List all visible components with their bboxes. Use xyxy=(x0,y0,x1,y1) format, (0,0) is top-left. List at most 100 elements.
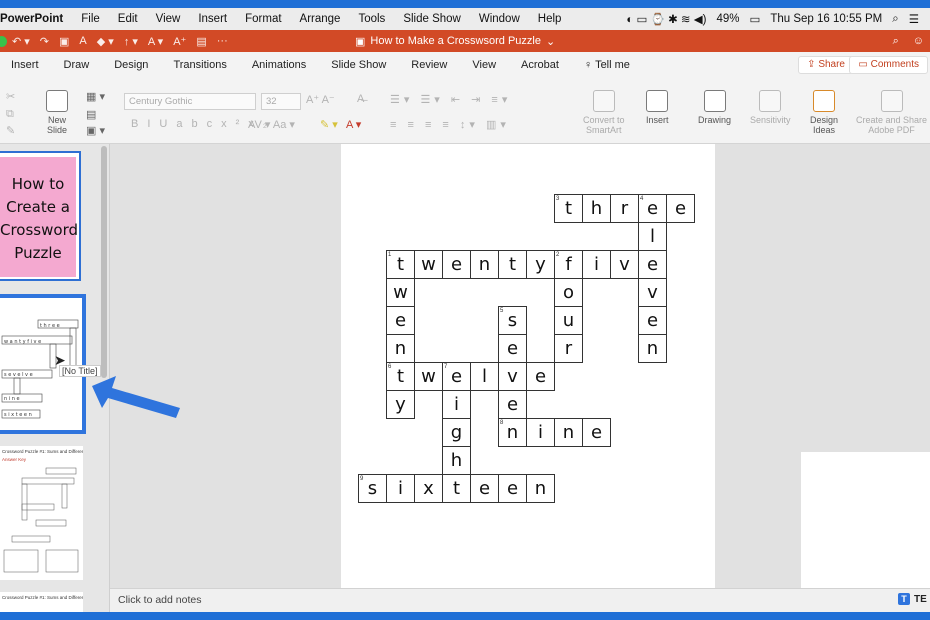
design-ideas-button[interactable]: Design Ideas xyxy=(810,90,838,135)
document-title[interactable]: How to Make a Crosswsord Puzzle xyxy=(370,35,541,47)
crossword-cell: y xyxy=(526,250,555,279)
smiley-icon[interactable]: ☺ xyxy=(913,35,924,47)
sensitivity-label: Sensitivity xyxy=(750,115,791,125)
comments-button[interactable]: ▭ Comments xyxy=(849,56,928,74)
reset-icon[interactable]: ▤ xyxy=(86,108,96,121)
tab-view[interactable]: View xyxy=(461,59,510,71)
font-color-icon[interactable]: A ▾ xyxy=(143,35,168,48)
crossword-cell: e xyxy=(442,250,471,279)
tell-me[interactable]: ♀ Tell me xyxy=(573,59,644,71)
document-icon: ▣ xyxy=(355,35,366,48)
shapes-icon[interactable]: ◆ ▾ xyxy=(92,35,119,48)
clue-number: 7 xyxy=(444,364,448,370)
tab-draw[interactable]: Draw xyxy=(53,59,104,71)
clue-number: 8 xyxy=(500,420,504,426)
app-menu[interactable]: PowerPoint xyxy=(0,13,72,25)
control-center-icon[interactable]: ☰ xyxy=(904,12,924,26)
slide-thumbnail-2[interactable]: t h r e e w a n t y f i v e s e v e l v … xyxy=(0,294,86,434)
font-name-select[interactable]: Century Gothic xyxy=(124,93,256,110)
crossword-cell: v xyxy=(610,250,639,279)
align-icons[interactable]: ≡ ≡ ≡ ≡ ↕▾ ▥▾ xyxy=(390,118,510,131)
list-icons[interactable]: ☰▾ ☰▾ ⇤ ⇥ ≡▾ xyxy=(390,93,511,106)
thumbnail-4-header: Crossword Puzzle #1: Sums and Difference… xyxy=(2,595,83,600)
crossword-cell: n xyxy=(470,250,499,279)
text-box-icon[interactable]: A xyxy=(74,35,91,47)
crossword-cell: u xyxy=(554,306,583,335)
insert-shape-icon xyxy=(646,90,669,112)
layout-icon[interactable]: ▦ ▾ xyxy=(86,90,105,103)
menu-view[interactable]: View xyxy=(147,13,190,25)
crossword-cell: e xyxy=(498,334,527,363)
tab-review[interactable]: Review xyxy=(400,59,461,71)
clock[interactable]: Thu Sep 16 10:55 PM xyxy=(765,13,887,25)
drawing-button[interactable]: Drawing xyxy=(698,90,731,125)
more-icon[interactable]: ··· xyxy=(212,35,233,47)
drawing-label: Drawing xyxy=(698,115,732,125)
create-share-pdf-button[interactable]: Create and Share Adobe PDF xyxy=(856,90,927,135)
battery-icon[interactable]: ▭ xyxy=(744,12,765,26)
menu-format[interactable]: Format xyxy=(236,13,290,25)
status-icons[interactable]: ◐ ▭ ⌚ ✱ ≋ ◀) xyxy=(621,12,711,26)
tab-animations[interactable]: Animations xyxy=(241,59,320,71)
new-slide-button[interactable]: New Slide xyxy=(46,90,68,135)
mini-crossword: t h r e e w a n t y f i v e s e v e l v … xyxy=(1,319,79,419)
menu-edit[interactable]: Edit xyxy=(109,13,147,25)
menu-file[interactable]: File xyxy=(72,13,109,25)
clear-format-icon[interactable]: A̶ xyxy=(357,93,364,105)
search-icon[interactable]: ⌕ xyxy=(887,13,903,26)
share-button[interactable]: ⇪ Share xyxy=(798,56,854,74)
crossword-cell: r xyxy=(610,194,639,223)
svg-text:w a n t y f i v e: w a n t y f i v e xyxy=(4,339,41,345)
slide-thumbnail-1[interactable]: How to Create a Crossword Puzzle xyxy=(0,151,81,281)
slide-canvas: t3hre4elt1wentyf2ivewoves5uenernt6we7lve… xyxy=(110,144,930,590)
highlight-icon[interactable]: ✎ ▾ xyxy=(320,118,338,131)
comments-label: Comments xyxy=(870,59,919,70)
menu-arrange[interactable]: Arrange xyxy=(291,13,350,25)
crossword-cell: e xyxy=(386,306,415,335)
arrow-icon[interactable]: ↑ ▾ xyxy=(119,35,143,48)
menu-slide-show[interactable]: Slide Show xyxy=(394,13,470,25)
menu-help[interactable]: Help xyxy=(529,13,571,25)
font-color-icon[interactable]: A ▾ xyxy=(346,118,361,131)
cut-icon[interactable]: ✂ xyxy=(6,90,15,103)
format-painter-icon[interactable]: ✎ xyxy=(6,124,15,137)
undo-icon[interactable]: ↶ ▾ xyxy=(7,35,35,48)
grow-font-icon[interactable]: A⁺ xyxy=(168,35,191,48)
font-size-select[interactable]: 32 xyxy=(261,93,301,110)
arrange-icon[interactable]: ▤ xyxy=(191,35,211,48)
redo-icon[interactable]: ↷ xyxy=(35,35,54,48)
tab-design[interactable]: Design xyxy=(103,59,162,71)
thumbnail-scrollbar[interactable] xyxy=(101,146,107,378)
logo-text: TE xyxy=(914,593,927,605)
convert-smartart-button[interactable]: Convert to SmartArt xyxy=(583,90,625,135)
tab-acrobat[interactable]: Acrobat xyxy=(510,59,573,71)
clue-number: 9 xyxy=(360,476,364,482)
menu-insert[interactable]: Insert xyxy=(189,13,236,25)
insert-button[interactable]: Insert xyxy=(646,90,669,125)
crossword-cell: n xyxy=(638,334,667,363)
picture-icon[interactable]: ▣ xyxy=(54,35,74,48)
copy-icon[interactable]: ⧉ xyxy=(6,108,14,121)
tab-slide-show[interactable]: Slide Show xyxy=(320,59,400,71)
notes-placeholder: Click to add notes xyxy=(118,594,202,606)
menu-window[interactable]: Window xyxy=(470,13,529,25)
window-close-icon[interactable] xyxy=(0,35,7,47)
spacing-icon[interactable]: AV ▾ Aa ▾ xyxy=(248,118,295,131)
notes-pane[interactable]: Click to add notes T TE xyxy=(110,588,930,612)
menu-tools[interactable]: Tools xyxy=(349,13,394,25)
slide-thumbnail-3[interactable]: Crossword Puzzle #1: Sums and Difference… xyxy=(0,446,83,580)
grow-font-icon[interactable]: A⁺ A⁻ xyxy=(306,93,335,106)
sensitivity-button[interactable]: Sensitivity xyxy=(750,90,791,125)
crossword-cell: e xyxy=(470,474,499,503)
new-slide-label: New Slide xyxy=(46,115,67,135)
crossword-cell: l xyxy=(638,222,667,251)
slide-thumbnail-4[interactable]: Crossword Puzzle #1: Sums and Difference… xyxy=(0,592,83,612)
crossword-cell: y xyxy=(386,390,415,419)
crossword-cell: h xyxy=(442,446,471,475)
slide[interactable]: t3hre4elt1wentyf2ivewoves5uenernt6we7lve… xyxy=(341,144,715,590)
tab-transitions[interactable]: Transitions xyxy=(162,59,240,71)
chevron-down-icon[interactable]: ⌄ xyxy=(546,35,555,48)
tab-insert[interactable]: Insert xyxy=(0,59,53,71)
section-icon[interactable]: ▣ ▾ xyxy=(86,124,105,137)
search-icon[interactable]: ⌕ xyxy=(893,35,899,48)
